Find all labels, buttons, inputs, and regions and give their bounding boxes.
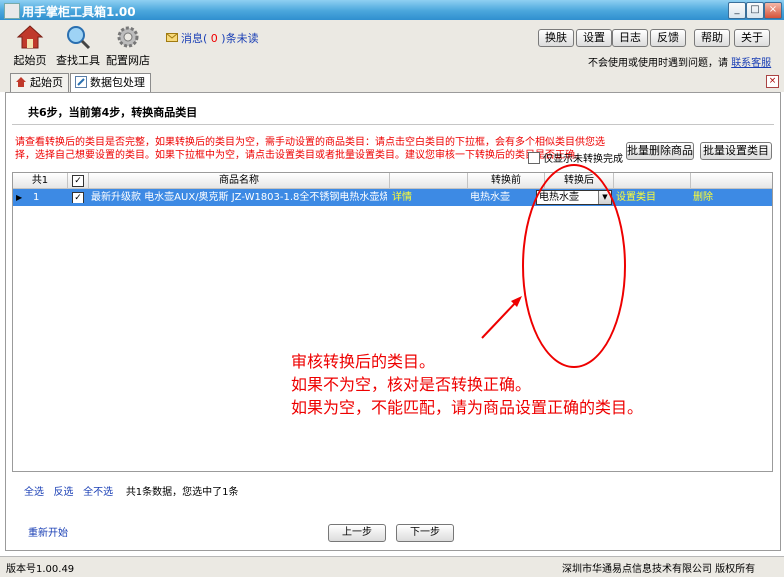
only-unconverted-checkbox[interactable]: 仅显示未转换完成 [528,150,623,165]
table-row[interactable]: ▶ 1 ✓ 最新升级款 电水壶AUX/奥克斯 JZ-W1803-1.8全不锈钢电… [13,189,772,206]
minimize-button[interactable]: _ [728,2,746,19]
header-total: 共1 [13,173,68,189]
annotation-text: 审核转换后的类目。 如果不为空，核对是否转换正确。 如果为空，不能匹配，请为商品… [291,350,643,419]
tab-home[interactable]: 起始页 [10,73,69,92]
red-arrow-icon [481,296,522,339]
window-title: 用手掌柜工具箱1.00 [22,5,136,19]
house-icon [16,25,44,49]
config-shop-button[interactable]: 配置网店 [96,22,160,68]
find-tool-label: 查找工具 [56,54,100,67]
batch-delete-button[interactable]: 批量删除商品 [626,142,694,160]
about-button[interactable]: 关于 [734,29,770,47]
envelope-icon [166,33,178,42]
header-detail [390,173,468,189]
toolbar: 起始页 查找工具 配置网店 消息( 0 )条未读 换肤 设置 日志 反馈 帮助 … [0,20,784,70]
invert-selection-link[interactable]: 反选 [54,487,74,498]
copyright-text: 深圳市华通易点信息技术有限公司 版权所有 [562,564,756,575]
skin-button[interactable]: 换肤 [538,29,574,47]
row-checkbox-box[interactable]: ✓ [72,192,84,203]
product-grid: 共1 ✓ 商品名称 转换前 转换后 ▶ 1 ✓ 最新升级款 电水壶AUX/奥克斯… [12,172,773,472]
house-icon [16,77,26,87]
tab-close-icon[interactable]: × [766,75,779,88]
title-bar: 用手掌柜工具箱1.00 _ □ × [0,0,784,20]
selection-summary: 共1条数据，您选中了1条 [125,487,239,498]
row-pointer-icon: ▶ [16,193,23,202]
select-all-link[interactable]: 全选 [24,487,44,498]
header-set-category [614,173,691,189]
config-shop-label: 配置网店 [106,54,150,67]
message-count: 0 [210,32,218,45]
status-bar: 版本号1.00.49 深圳市华通易点信息技术有限公司 版权所有 [0,556,784,577]
message-prefix: 消息( [181,32,208,45]
app-icon [4,3,20,19]
annotation-line-1: 审核转换后的类目。 [291,352,436,371]
settings-button[interactable]: 设置 [576,29,612,47]
version-text: 版本号1.00.49 [6,564,75,575]
tab-strip: 起始页 数据包处理 [0,70,784,93]
notice-text: 不会使用或使用时遇到问题，请 [588,58,728,69]
gear-icon [117,26,139,48]
tab-data-package-label: 数据包处理 [90,76,145,89]
header-product-name: 商品名称 [89,173,390,189]
prev-step-button[interactable]: 上一步 [328,524,386,542]
divider [12,124,774,125]
checkbox-box[interactable] [528,152,540,164]
batch-set-category-button[interactable]: 批量设置类目 [700,142,772,160]
restart-link[interactable]: 重新开始 [28,524,68,539]
selection-bar: 全选 反选 全不选 共1条数据，您选中了1条 [24,483,239,498]
tool-icon [75,76,87,88]
close-button[interactable]: × [764,2,782,19]
row-checkbox[interactable]: ✓ [72,192,86,203]
tab-home-label: 起始页 [30,76,63,89]
annotation-line-2: 如果不为空，核对是否转换正确。 [291,375,532,394]
select-none-link[interactable]: 全不选 [83,487,113,498]
tab-data-package[interactable]: 数据包处理 [70,73,151,93]
message-suffix: )条未读 [221,32,259,45]
feedback-button[interactable]: 反馈 [650,29,686,47]
category-before: 电热水壶 [470,192,510,203]
header-select-all-checkbox[interactable]: ✓ [72,175,84,187]
only-unconverted-label: 仅显示未转换完成 [543,154,623,165]
magnifier-icon [67,26,91,50]
header-delete [691,173,772,189]
annotation-line-3: 如果为空，不能匹配，请为商品设置正确的类目。 [291,398,644,417]
product-name: 最新升级款 电水壶AUX/奥克斯 JZ-W1803-1.8全不锈钢电热水壶烧水 [91,192,387,203]
contact-support-link[interactable]: 联系客服 [731,58,771,69]
log-button[interactable]: 日志 [612,29,648,47]
home-label: 起始页 [13,54,47,67]
message-link[interactable]: 消息( 0 )条未读 [166,30,259,46]
pager: 上一步 下一步 [328,524,458,542]
help-notice: 不会使用或使用时遇到问题，请 联系客服 [588,54,771,69]
header-checkbox[interactable]: ✓ [68,173,89,189]
step-title: 共6步，当前第4步，转换商品类目 [28,106,198,119]
set-category-link[interactable]: 设置类目 [616,189,686,206]
detail-link[interactable]: 详情 [392,189,462,206]
header-before: 转换前 [468,173,545,189]
delete-link[interactable]: 删除 [693,189,753,206]
next-step-button[interactable]: 下一步 [396,524,454,542]
help-button[interactable]: 帮助 [694,29,730,47]
maximize-button[interactable]: □ [746,2,764,19]
row-index: 1 [33,192,40,203]
highlight-ellipse [522,164,626,368]
